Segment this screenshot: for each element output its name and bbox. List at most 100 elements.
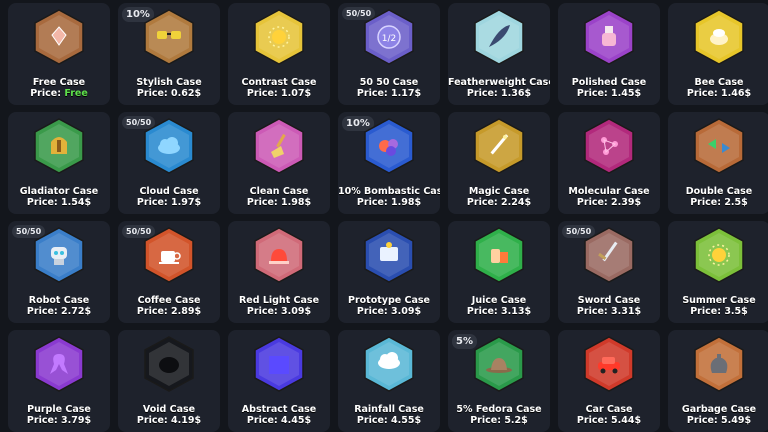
price-value: 3.09$ [281,306,312,317]
case-card[interactable]: 50/50 1/2 50 50 Case Price: 1.17$ [338,3,440,105]
sword-icon [584,227,634,283]
cloud-icon [144,118,194,174]
case-card[interactable]: Bee Case Price: 1.46$ [668,3,768,105]
case-price: Price: 3.31$ [558,306,660,317]
juice-icon [474,227,524,283]
case-price: Price: 1.46$ [668,88,768,99]
case-card[interactable]: Car Case Price: 5.44$ [558,330,660,432]
bee-icon [694,9,744,65]
price-value: 1.98$ [281,197,312,208]
case-price: Price: 2.39$ [558,197,660,208]
price-label: Price: [576,415,612,426]
wand-icon [474,118,524,174]
svg-text:1/2: 1/2 [382,34,396,44]
case-name: Magic Case [468,186,530,197]
abstract-icon [254,336,304,392]
price-value: 2.72$ [61,306,92,317]
price-label: Price: [466,197,502,208]
case-name: 5% Fedora Case [456,404,542,415]
case-card[interactable]: Abstract Case Price: 4.45$ [228,330,330,432]
ribbon-icon [34,336,84,392]
rain-cloud-icon [364,336,414,392]
case-card[interactable]: Gladiator Case Price: 1.54$ [8,112,110,214]
case-name: 10% Bombastic Case [338,186,440,197]
case-name: Coffee Case [137,295,201,306]
case-card[interactable]: Featherweight Case Price: 1.36$ [448,3,550,105]
trash-bag-icon [694,336,744,392]
case-price: Price: 1.36$ [448,88,550,99]
price-value: Free [64,88,88,99]
price-label: Price: [466,88,502,99]
case-card[interactable]: Red Light Case Price: 3.09$ [228,221,330,323]
case-price: Price: 1.07$ [228,88,330,99]
price-label: Price: [136,415,172,426]
case-card[interactable]: Void Case Price: 4.19$ [118,330,220,432]
arrows-icon [694,118,744,174]
case-card[interactable]: 50/50 Robot Case Price: 2.72$ [8,221,110,323]
price-label: Price: [356,88,392,99]
case-price: Price: 4.55$ [338,415,440,426]
case-card[interactable]: 50/50 Cloud Case Price: 1.97$ [118,112,220,214]
case-card[interactable]: Purple Case Price: 3.79$ [8,330,110,432]
case-card[interactable]: Magic Case Price: 2.24$ [448,112,550,214]
price-label: Price: [136,197,172,208]
case-card[interactable]: 10% 10% Bombastic Case Price: 1.98$ [338,112,440,214]
coffee-icon [144,227,194,283]
case-card[interactable]: Clean Case Price: 1.98$ [228,112,330,214]
case-card[interactable]: Contrast Case Price: 1.07$ [228,3,330,105]
price-value: 5.49$ [721,415,752,426]
price-value: 2.24$ [501,197,532,208]
case-name: Featherweight Case [448,77,550,88]
price-value: 3.5$ [724,306,748,317]
case-card[interactable]: Garbage Case Price: 5.49$ [668,330,768,432]
case-name: Polished Case [571,77,647,88]
case-name: Bee Case [694,77,744,88]
price-label: Price: [690,197,725,208]
car-icon [584,336,634,392]
price-value: 4.45$ [281,415,312,426]
case-card[interactable]: 5% 5% Fedora Case Price: 5.2$ [448,330,550,432]
case-price: Price: 1.98$ [228,197,330,208]
price-value: 1.54$ [61,197,92,208]
case-card[interactable]: Free Case Price: Free [8,3,110,105]
case-card[interactable]: 10% Stylish Case Price: 0.62$ [118,3,220,105]
case-card[interactable]: 50/50 Sword Case Price: 3.31$ [558,221,660,323]
case-card[interactable]: 50/50 Coffee Case Price: 2.89$ [118,221,220,323]
case-card[interactable]: Polished Case Price: 1.45$ [558,3,660,105]
molecule-icon [584,118,634,174]
blueprint-icon [364,227,414,283]
price-value: 2.89$ [171,306,202,317]
case-name: Gladiator Case [19,186,99,197]
sun-icon [694,227,744,283]
case-price: Price: 1.17$ [338,88,440,99]
case-grid: Free Case Price: Free 10% Stylish Case Price… [0,0,768,432]
price-label: Price: [356,415,392,426]
case-name: Car Case [585,404,633,415]
case-card[interactable]: Double Case Price: 2.5$ [668,112,768,214]
case-name: Juice Case [471,295,527,306]
price-value: 1.36$ [501,88,532,99]
helmet-icon [34,118,84,174]
price-value: 0.62$ [171,88,202,99]
case-card[interactable]: Juice Case Price: 3.13$ [448,221,550,323]
price-label: Price: [246,306,282,317]
price-value: 4.19$ [171,415,202,426]
case-name: Contrast Case [241,77,317,88]
case-card[interactable]: Rainfall Case Price: 4.55$ [338,330,440,432]
case-card[interactable]: Prototype Case Price: 3.09$ [338,221,440,323]
case-name: Garbage Case [681,404,757,415]
case-price: Price: 2.24$ [448,197,550,208]
price-label: Price: [470,415,505,426]
price-label: Price: [26,306,62,317]
price-label: Price: [466,306,502,317]
robot-icon [34,227,84,283]
case-price: Price: 2.72$ [8,306,110,317]
case-card[interactable]: Molecular Case Price: 2.39$ [558,112,660,214]
price-label: Price: [690,306,725,317]
price-label: Price: [136,88,172,99]
case-name: Cloud Case [139,186,199,197]
price-value: 4.55$ [391,415,422,426]
price-label: Price: [30,88,65,99]
price-label: Price: [576,197,612,208]
case-card[interactable]: Summer Case Price: 3.5$ [668,221,768,323]
